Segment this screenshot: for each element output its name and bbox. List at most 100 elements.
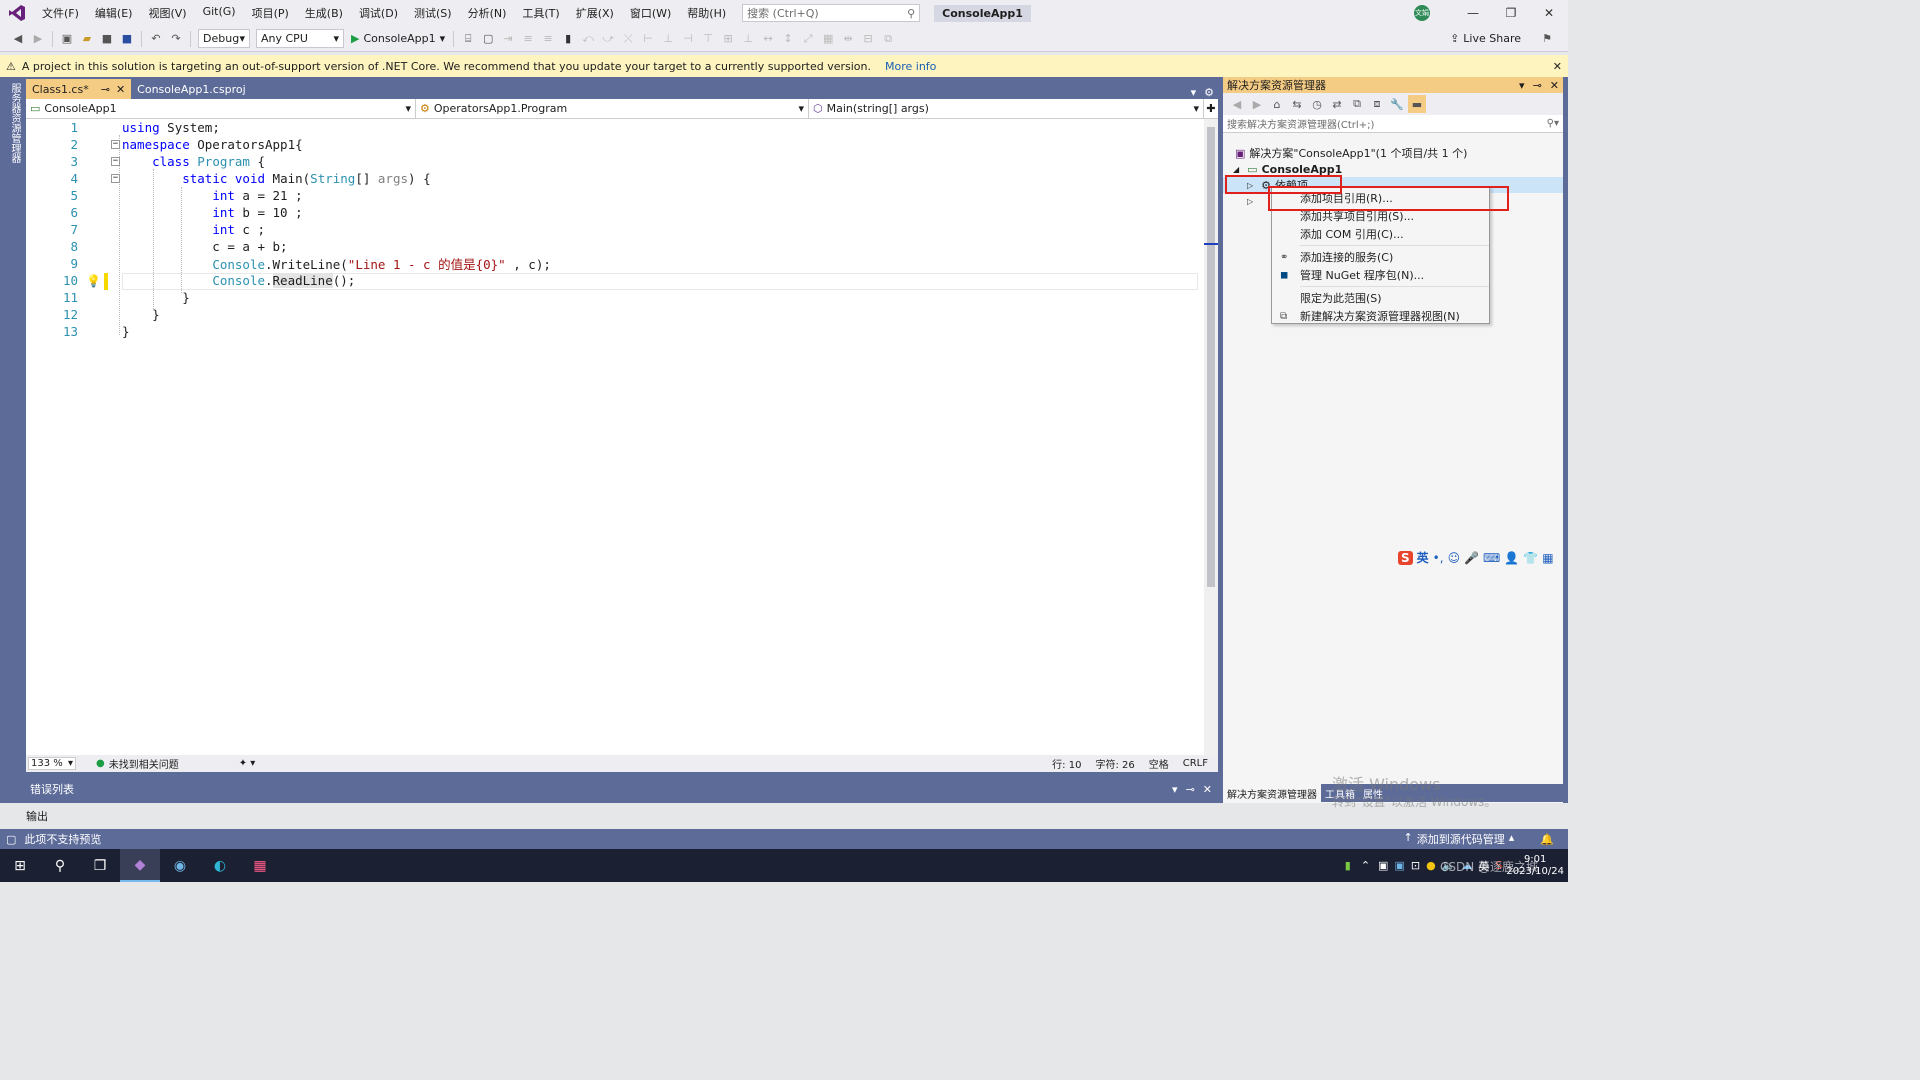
start-debug-button[interactable]: ▶ ConsoleApp1 ▾ bbox=[347, 32, 449, 45]
zoom-select[interactable]: 133 % ▾ bbox=[28, 757, 76, 770]
back-icon[interactable]: ◀ bbox=[9, 30, 27, 48]
chevron-down-icon[interactable]: ▾ bbox=[1172, 783, 1178, 796]
menu-extensions[interactable]: 扩展(X) bbox=[568, 5, 622, 21]
forward-icon[interactable]: ▶ bbox=[1248, 95, 1266, 113]
grid-icon[interactable]: ▦ bbox=[1542, 551, 1553, 565]
scrollbar-thumb[interactable] bbox=[1207, 127, 1215, 587]
collapse-icon[interactable]: − bbox=[111, 140, 120, 149]
align-bottom-icon[interactable]: ⊥ bbox=[739, 30, 757, 48]
member-dropdown[interactable]: ⬡ Main(string[] args) ▾ bbox=[809, 99, 1204, 118]
solution-search-input[interactable]: 搜索解决方案资源管理器(Ctrl+;) ⚲▾ bbox=[1223, 115, 1563, 133]
minimize-icon[interactable]: — bbox=[1454, 6, 1492, 20]
platform-select[interactable]: Any CPU ▾ bbox=[256, 29, 344, 48]
sync-icon[interactable]: ⇄ bbox=[1328, 95, 1346, 113]
tray-app-icon[interactable]: ● bbox=[1426, 859, 1436, 872]
close-icon[interactable]: ✕ bbox=[1550, 79, 1559, 92]
restore-icon[interactable]: ❐ bbox=[1492, 6, 1530, 20]
keyboard-icon[interactable]: ⌨ bbox=[1483, 551, 1500, 565]
menu-help[interactable]: 帮助(H) bbox=[679, 5, 734, 21]
app-icon[interactable]: ◉ bbox=[160, 849, 200, 882]
editor-vertical-scrollbar[interactable] bbox=[1204, 119, 1218, 755]
manage-nuget-item[interactable]: ◼ 管理 NuGet 程序包(N)... bbox=[1272, 266, 1489, 284]
menu-tools[interactable]: 工具(T) bbox=[514, 5, 567, 21]
open-file-icon[interactable]: ▰ bbox=[78, 30, 96, 48]
visual-studio-logo-icon[interactable] bbox=[0, 4, 34, 22]
server-explorer-tab[interactable]: 服务器资源管理器 bbox=[7, 83, 22, 163]
menu-edit[interactable]: 编辑(E) bbox=[87, 5, 141, 21]
menu-test[interactable]: 测试(S) bbox=[406, 5, 460, 21]
tab-class1[interactable]: Class1.cs* ⊸ ✕ bbox=[26, 79, 132, 99]
tree-solution-node[interactable]: ▣ 解决方案"ConsoleApp1"(1 个项目/共 1 个) bbox=[1223, 145, 1563, 161]
preview-icon[interactable]: ▬ bbox=[1408, 95, 1426, 113]
visual-studio-taskbar-icon[interactable]: ◆ bbox=[120, 849, 160, 882]
collapse-icon[interactable]: − bbox=[111, 174, 120, 183]
history-icon[interactable]: ◷ bbox=[1308, 95, 1326, 113]
live-share-button[interactable]: ⇪ Live Share bbox=[1450, 32, 1521, 45]
menu-file[interactable]: 文件(F) bbox=[34, 5, 87, 21]
task-view-icon[interactable]: ❐ bbox=[80, 849, 120, 882]
redo-icon[interactable]: ↷ bbox=[167, 30, 185, 48]
size-height-icon[interactable]: ↕ bbox=[779, 30, 797, 48]
global-search-input[interactable]: 搜索 (Ctrl+Q) ⚲ bbox=[742, 4, 921, 22]
order-icon[interactable]: ⧉ bbox=[879, 30, 897, 48]
size-width-icon[interactable]: ↔ bbox=[759, 30, 777, 48]
add-connected-service-item[interactable]: ⚭ 添加连接的服务(C) bbox=[1272, 248, 1489, 266]
screenshot-icon[interactable]: ▢ bbox=[479, 30, 497, 48]
new-project-icon[interactable]: ▣ bbox=[58, 30, 76, 48]
layout-icon[interactable]: ⊟ bbox=[859, 30, 877, 48]
punctuation-icon[interactable]: •, bbox=[1433, 551, 1444, 565]
save-icon[interactable]: ■ bbox=[98, 30, 116, 48]
collapse-all-icon[interactable]: ⧉ bbox=[1348, 95, 1366, 113]
collapsed-icon[interactable]: ▷ bbox=[1247, 197, 1253, 206]
type-dropdown[interactable]: ⚙ OperatorsApp1.Program ▾ bbox=[416, 99, 809, 118]
undo-icon[interactable]: ↶ bbox=[147, 30, 165, 48]
tab-list-icon[interactable]: ▾ bbox=[1191, 86, 1197, 99]
avatar[interactable]: 文娟 bbox=[1414, 5, 1430, 21]
chevron-down-icon[interactable]: ▾ bbox=[1519, 79, 1525, 92]
menu-analyze[interactable]: 分析(N) bbox=[460, 5, 515, 21]
browse-icon[interactable]: ⌸ bbox=[459, 30, 477, 48]
more-info-link[interactable]: More info bbox=[885, 60, 936, 73]
forward-icon[interactable]: ▶ bbox=[29, 30, 47, 48]
pin-icon[interactable]: ⊸ bbox=[101, 83, 110, 96]
error-list-panel[interactable]: 错误列表 ▾ ⊸ ✕ bbox=[26, 780, 1218, 798]
expanded-icon[interactable]: ◢ bbox=[1233, 165, 1239, 174]
collapse-icon[interactable]: − bbox=[111, 157, 120, 166]
save-all-icon[interactable]: ■ bbox=[118, 30, 136, 48]
configuration-select[interactable]: Debug ▾ bbox=[198, 29, 250, 48]
align-top-icon[interactable]: ⊤ bbox=[699, 30, 717, 48]
code-surface[interactable]: 1 using System; 2 − namespace OperatorsA… bbox=[26, 119, 1204, 755]
microphone-icon[interactable]: 🎤 bbox=[1464, 551, 1479, 565]
ime-toolbar[interactable]: S 英 •, ☺ 🎤 ⌨ 👤 👕 ▦ bbox=[1398, 549, 1554, 566]
align-center-icon[interactable]: ⊥ bbox=[659, 30, 677, 48]
properties-icon[interactable]: 🔧 bbox=[1388, 95, 1406, 113]
tray-app-icon[interactable]: ▣ bbox=[1394, 859, 1404, 872]
user-icon[interactable]: 👤 bbox=[1504, 551, 1519, 565]
home-icon[interactable]: ⌂ bbox=[1268, 95, 1286, 113]
align-right-icon[interactable]: ⊣ bbox=[679, 30, 697, 48]
code-cleanup-icon[interactable]: ✦ ▾ bbox=[239, 758, 256, 769]
ime-language[interactable]: 英 bbox=[1417, 549, 1429, 566]
bookmark-icon[interactable]: ▮ bbox=[559, 30, 577, 48]
tray-app-icon[interactable]: ▣ bbox=[1378, 859, 1388, 872]
emoji-icon[interactable]: ☺ bbox=[1448, 551, 1461, 565]
menu-project[interactable]: 项目(P) bbox=[244, 5, 297, 21]
edge-browser-icon[interactable]: ◐ bbox=[200, 849, 240, 882]
comment-icon[interactable]: ≡ bbox=[519, 30, 537, 48]
align-left-icon[interactable]: ⊢ bbox=[639, 30, 657, 48]
skin-icon[interactable]: 👕 bbox=[1523, 551, 1538, 565]
add-com-reference-item[interactable]: 添加 COM 引用(C)... bbox=[1272, 225, 1489, 243]
show-all-files-icon[interactable]: ⧈ bbox=[1368, 95, 1386, 113]
size-both-icon[interactable]: ⤢ bbox=[799, 30, 817, 48]
grid-icon[interactable]: ▦ bbox=[819, 30, 837, 48]
line-ending-indicator[interactable]: CRLF bbox=[1183, 758, 1208, 769]
whitespace-indicator[interactable]: 空格 bbox=[1149, 756, 1169, 771]
tab-solution-explorer[interactable]: 解决方案资源管理器 bbox=[1223, 783, 1321, 803]
menu-view[interactable]: 视图(V) bbox=[140, 5, 194, 21]
tray-app-icon[interactable]: ⊡ bbox=[1411, 859, 1420, 872]
issues-label[interactable]: 未找到相关问题 bbox=[109, 756, 179, 771]
clear-bookmark-icon[interactable]: ⤬ bbox=[619, 30, 637, 48]
close-icon[interactable]: ✕ bbox=[116, 83, 125, 96]
tray-chevron-up-icon[interactable]: ⌃ bbox=[1361, 859, 1370, 872]
tab-csproj[interactable]: ConsoleApp1.csproj bbox=[131, 79, 251, 99]
